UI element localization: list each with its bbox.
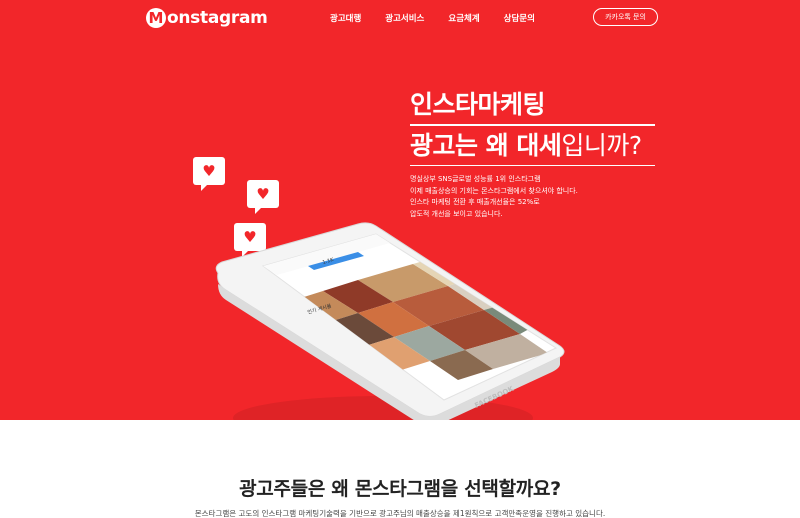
headline-line2-strong: 광고는 왜 대세 <box>410 130 562 160</box>
main-nav: 광고대행 광고서비스 요금체계 상담문의 <box>330 12 559 24</box>
desc-line: 이제 매출상승의 기회는 몬스타그램에서 찾으셔야 합니다. <box>410 186 578 195</box>
hero-description: 명실상부 SNS글로벌 성능률 1위 인스타그램 이제 매출상승의 기회는 몬스… <box>410 174 578 220</box>
heart-icon: ♥ <box>202 161 216 180</box>
logo[interactable]: M onstagram <box>146 7 268 29</box>
heart-icon: ♥ <box>256 184 270 203</box>
heart-bubble: ♥ <box>247 180 279 214</box>
desc-line: 명실상부 SNS글로벌 성능률 1위 인스타그램 <box>410 175 541 183</box>
nav-item-consultation[interactable]: 상담문의 <box>504 12 535 24</box>
nav-item-ad-service[interactable]: 광고서비스 <box>385 12 424 24</box>
section2-title: 광고주들은 왜 몬스타그램을 선택할까요? <box>239 478 561 500</box>
kakao-inquiry-button[interactable]: 카카오톡 문의 <box>593 8 658 26</box>
headline-divider <box>410 124 655 126</box>
logo-text: onstagram <box>167 8 268 28</box>
desc-line: 인스타 마케팅 전환 후 매출개선율은 52%로 <box>410 198 540 206</box>
phone-illustration: 1.1K 인기 게시물 FACEBOOK <box>215 222 565 420</box>
nav-item-pricing[interactable]: 요금체계 <box>448 12 479 24</box>
headline-line2: 광고는 왜 대세입니까? <box>410 129 655 163</box>
section2-description: 몬스타그램은 고도의 인스타그램 마케팅기술력을 기반으로 광고주님의 매출상승… <box>194 509 606 518</box>
phone-mockup: 1.1K 인기 게시물 FACEBOOK <box>208 218 568 420</box>
headline-underline <box>410 164 655 166</box>
nav-item-ad-agency[interactable]: 광고대행 <box>330 12 361 24</box>
headline-line2-rest: 입니까? <box>561 130 642 160</box>
logo-badge: M <box>146 8 166 28</box>
heart-bubble: ♥ <box>193 157 225 191</box>
hero-headline: 인스타마케팅 광고는 왜 대세입니까? <box>410 88 655 166</box>
hero-section: M onstagram 광고대행 광고서비스 요금체계 상담문의 카카오톡 문의… <box>0 0 800 420</box>
headline-line1: 인스타마케팅 <box>410 90 546 119</box>
